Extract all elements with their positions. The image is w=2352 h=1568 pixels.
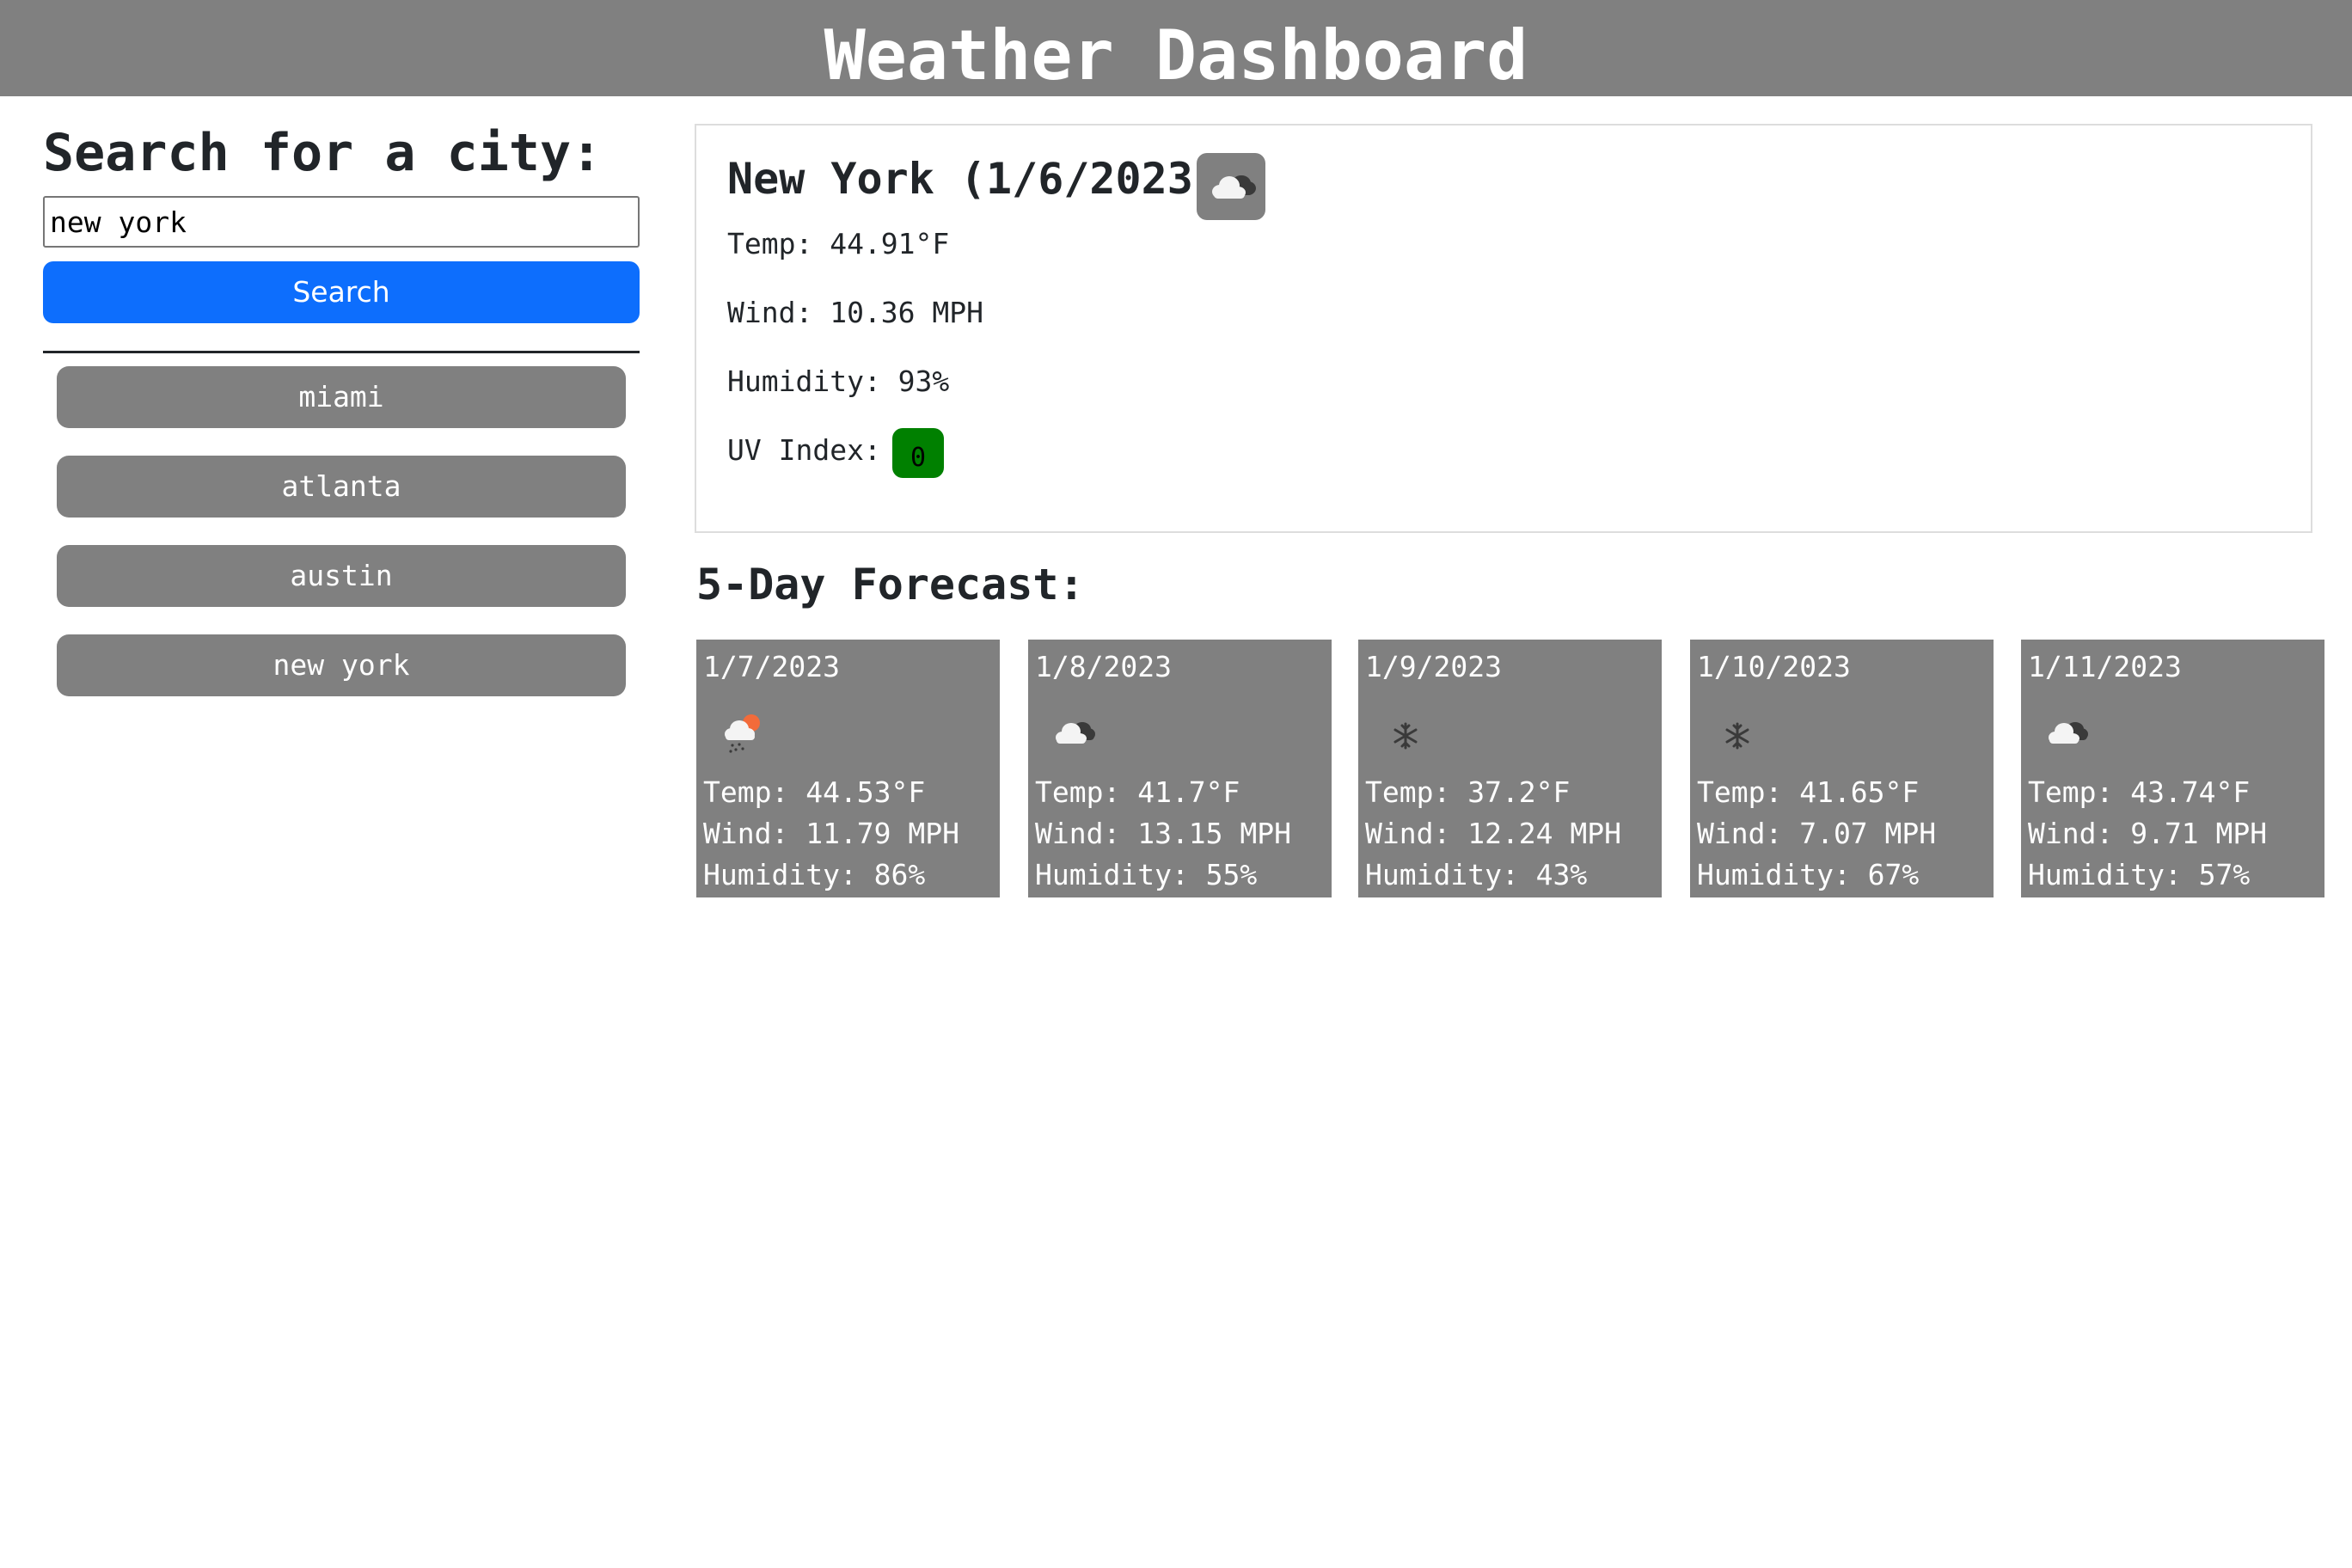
snowflake-icon [1375,703,1432,760]
forecast-heading: 5-Day Forecast: [696,560,1085,609]
forecast-card: 1/7/2023 Temp: 44.53°F Wind: 11.79 MPH H… [696,640,1000,897]
forecast-card: 1/11/2023 Temp: 43.74°F Wind: 9.71 MPH H… [2021,640,2324,897]
current-city-title: New York (1/6/2023) [727,154,1219,204]
forecast-card: 1/9/2023 Temp: 37.2°F Wind: 12.24 MPH Hu… [1358,640,1662,897]
history-button-austin[interactable]: austin [57,545,626,607]
forecast-wind: Wind: 13.15 MPH [1035,817,1292,850]
forecast-humidity: Humidity: 67% [1697,858,1920,891]
sidebar-divider [43,351,640,353]
forecast-card: 1/8/2023 Temp: 41.7°F Wind: 13.15 MPH Hu… [1028,640,1332,897]
forecast-humidity: Humidity: 43% [1365,858,1588,891]
forecast-temperature: Temp: 41.7°F [1035,775,1240,809]
history-button-atlanta[interactable]: atlanta [57,456,626,518]
forecast-temperature: Temp: 41.65°F [1697,775,1920,809]
forecast-temperature: Temp: 43.74°F [2028,775,2251,809]
forecast-wind: Wind: 7.07 MPH [1697,817,1937,850]
forecast-temperature: Temp: 44.53°F [703,775,926,809]
forecast-temperature: Temp: 37.2°F [1365,775,1571,809]
forecast-humidity: Humidity: 57% [2028,858,2251,891]
forecast-date: 1/10/2023 [1697,650,1851,683]
forecast-wind: Wind: 12.24 MPH [1365,817,1622,850]
current-humidity: Humidity: 93% [727,364,950,398]
broken-clouds-icon [1045,703,1102,760]
current-temperature: Temp: 44.91°F [727,227,950,260]
city-search-input[interactable] [43,196,640,248]
forecast-date: 1/8/2023 [1035,650,1172,683]
uv-index-badge: 0 [892,428,944,478]
app-title: Weather Dashboard [824,15,1528,95]
snowflake-icon [1707,703,1764,760]
broken-clouds-icon [1197,153,1265,220]
snow-rain-sun-icon [714,703,770,760]
search-button[interactable]: Search [43,261,640,323]
forecast-humidity: Humidity: 86% [703,858,926,891]
forecast-date: 1/7/2023 [703,650,840,683]
current-wind: Wind: 10.36 MPH [727,296,984,329]
app-header: Weather Dashboard [0,0,2352,96]
history-button-miami[interactable]: miami [57,366,626,428]
broken-clouds-icon [2038,703,2095,760]
uv-index-label: UV Index: [727,433,881,467]
history-button-new-york[interactable]: new york [57,634,626,696]
search-heading: Search for a city: [43,123,603,183]
forecast-date: 1/11/2023 [2028,650,2182,683]
current-weather-card: New York (1/6/2023) Temp: 44.91°F Wind: … [695,124,2312,533]
forecast-wind: Wind: 9.71 MPH [2028,817,2268,850]
forecast-wind: Wind: 11.79 MPH [703,817,960,850]
forecast-humidity: Humidity: 55% [1035,858,1258,891]
forecast-date: 1/9/2023 [1365,650,1502,683]
forecast-card: 1/10/2023 Temp: 41.65°F Wind: 7.07 MPH H… [1690,640,1994,897]
